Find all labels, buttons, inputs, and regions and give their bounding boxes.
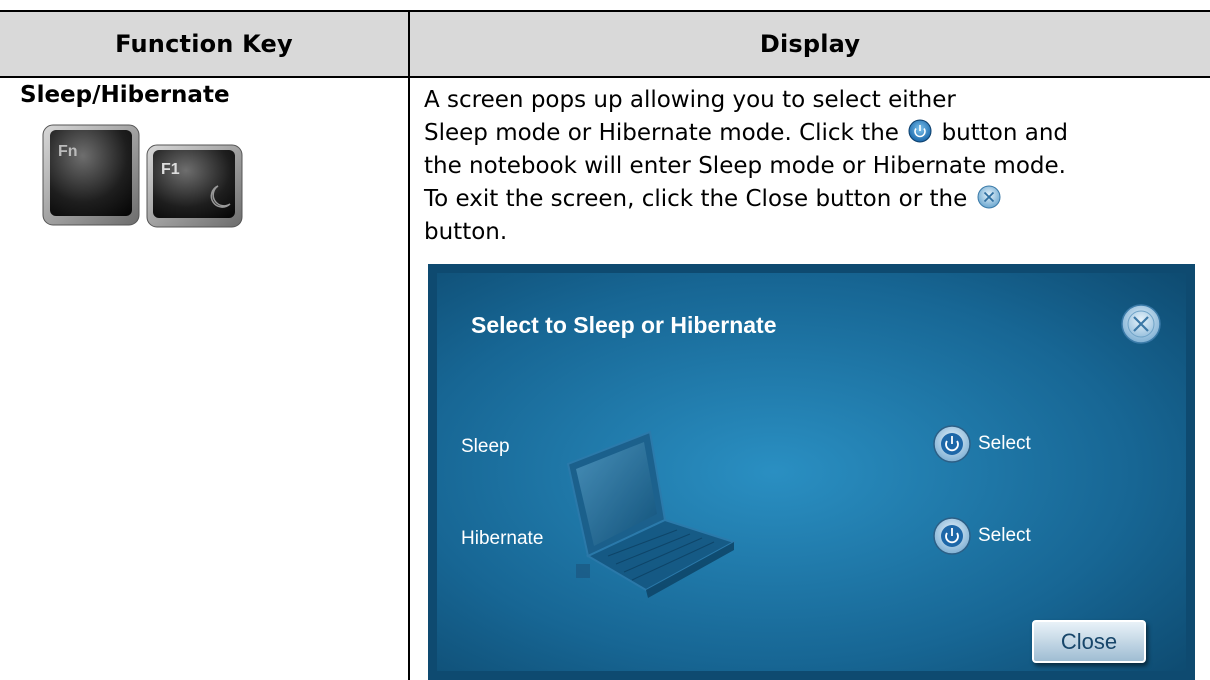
description-text: To exit the screen, click the Close butt…: [424, 186, 968, 212]
description-line: button.: [424, 219, 508, 245]
function-key-table: Function Key Display Sleep/Hibernate Fn …: [0, 0, 1210, 680]
hibernate-power-icon: [933, 517, 971, 555]
header-function-key: Function Key: [115, 30, 293, 58]
fn-key-icon: Fn: [42, 124, 140, 226]
sleep-hibernate-dialog-screenshot: Select to Sleep or Hibernate Sleep Hiber…: [428, 264, 1195, 680]
close-x-icon: [977, 185, 1001, 209]
description-line: the notebook will enter Sleep mode or Hi…: [424, 153, 1066, 179]
f1-key-label: F1: [161, 161, 180, 178]
description-line: A screen pops up allowing you to select …: [424, 87, 956, 113]
sleep-select-label: Select: [978, 433, 1031, 454]
sleep-label: Sleep: [461, 436, 510, 457]
table-column-divider: [408, 10, 410, 680]
hibernate-select-button[interactable]: Select: [970, 525, 1031, 547]
description-line: To exit the screen, click the Close butt…: [424, 183, 1184, 216]
hibernate-label: Hibernate: [461, 528, 544, 549]
header-display: Display: [759, 30, 861, 58]
description-text: button and: [941, 120, 1069, 146]
description-text: Sleep mode or Hibernate mode. Click the: [424, 120, 899, 146]
description-line: Sleep mode or Hibernate mode. Click the …: [424, 117, 1184, 150]
sleep-power-icon: [933, 425, 971, 463]
key-name: Sleep/Hibernate: [20, 82, 230, 108]
dialog-title: Select to Sleep or Hibernate: [471, 312, 777, 338]
dialog-close-x-icon[interactable]: [1121, 304, 1161, 344]
hibernate-select-label: Select: [978, 525, 1031, 546]
power-icon: [908, 119, 932, 143]
f1-moon-key-icon: F1: [146, 144, 243, 228]
fn-f1-keys-image: Fn F1: [42, 124, 243, 228]
sleep-select-button[interactable]: Select: [970, 433, 1031, 455]
description: A screen pops up allowing you to select …: [424, 84, 1184, 249]
close-button[interactable]: Close: [1032, 620, 1146, 663]
fn-key-label: Fn: [58, 143, 78, 160]
table-header-divider: [0, 76, 1210, 78]
